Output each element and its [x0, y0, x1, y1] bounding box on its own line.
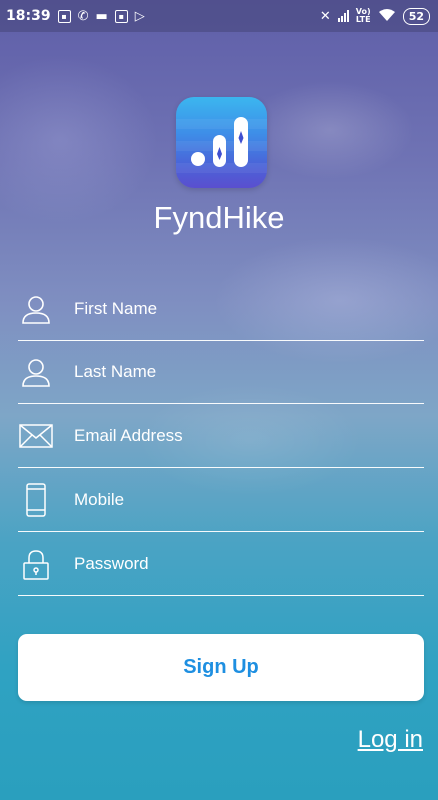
call-notification-icon: ✆	[77, 8, 89, 24]
battery-level: 52	[408, 9, 424, 23]
wifi-icon	[378, 8, 396, 25]
first-name-field[interactable]	[18, 277, 424, 341]
last-name-input[interactable]	[74, 361, 394, 382]
status-right: ✕ Vo) LTE 52	[319, 7, 430, 25]
last-name-field[interactable]	[18, 340, 424, 404]
person-icon	[18, 291, 54, 327]
app-title: FyndHike	[153, 200, 285, 235]
person-icon	[18, 354, 54, 390]
lock-icon	[18, 546, 54, 582]
battery-icon: 52	[402, 7, 430, 25]
phone-icon	[18, 482, 54, 518]
log-in-link[interactable]: Log in	[358, 726, 423, 754]
envelope-icon	[18, 418, 54, 454]
password-field[interactable]	[18, 532, 424, 596]
volte-icon: Vo) LTE	[356, 8, 371, 24]
volte-bottom: LTE	[355, 15, 371, 24]
signal-icon	[337, 10, 349, 22]
gallery-notification-icon: ▪	[57, 9, 71, 23]
first-name-input[interactable]	[74, 298, 394, 319]
message-notification-icon: ▬	[95, 8, 108, 24]
app-logo	[176, 97, 267, 188]
sign-up-button[interactable]: Sign Up	[18, 634, 424, 701]
chart-bars-icon	[176, 117, 267, 173]
status-left: 18:39 ▪ ✆ ▬ ▪ ▷	[6, 8, 145, 24]
password-input[interactable]	[74, 553, 394, 574]
mute-icon: ✕	[319, 8, 331, 24]
email-input[interactable]	[74, 425, 394, 446]
email-field[interactable]	[18, 404, 424, 468]
mobile-input[interactable]	[74, 489, 394, 510]
mobile-field[interactable]	[18, 468, 424, 532]
gallery-notification-icon-2: ▪	[114, 9, 128, 23]
play-store-icon: ▷	[134, 8, 145, 24]
status-bar: 18:39 ▪ ✆ ▬ ▪ ▷ ✕ Vo) LTE 52	[0, 0, 438, 32]
status-time: 18:39	[6, 8, 51, 24]
